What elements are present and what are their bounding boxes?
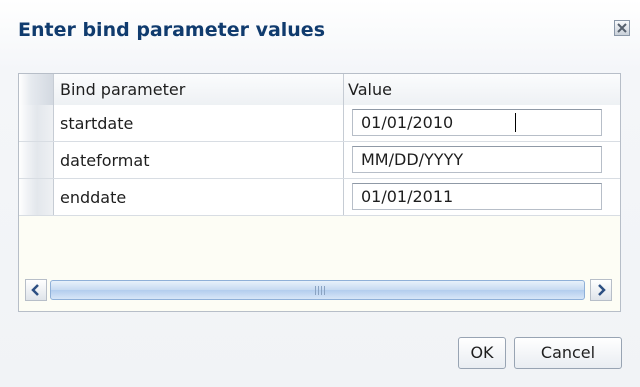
row-header-corner — [19, 74, 54, 105]
row-selector[interactable] — [19, 179, 54, 215]
parameter-name: enddate — [55, 179, 344, 215]
scroll-right-button[interactable] — [590, 279, 612, 301]
horizontal-scrollbar[interactable] — [20, 277, 619, 303]
table-row[interactable]: dateformat — [19, 142, 620, 179]
table-row[interactable]: startdate — [19, 105, 620, 142]
text-caret — [515, 113, 516, 132]
scroll-left-button[interactable] — [25, 279, 47, 301]
enddate-value-input[interactable] — [352, 183, 602, 210]
grip-icon — [315, 286, 325, 295]
value-cell — [345, 179, 620, 215]
value-cell — [345, 142, 620, 178]
table-row[interactable]: enddate — [19, 179, 620, 216]
bind-parameters-dialog: Enter bind parameter values Bind paramet… — [0, 0, 640, 387]
bind-parameter-table: Bind parameter Value startdate dateforma… — [18, 73, 621, 312]
row-selector[interactable] — [19, 105, 54, 141]
startdate-value-input[interactable] — [352, 109, 602, 136]
dateformat-value-input[interactable] — [352, 146, 602, 173]
parameter-name: dateformat — [55, 142, 344, 178]
column-header-bind-parameter[interactable]: Bind parameter — [55, 74, 344, 105]
dialog-title: Enter bind parameter values — [18, 19, 326, 41]
table-header-row: Bind parameter Value — [19, 74, 620, 106]
close-icon[interactable] — [614, 20, 630, 36]
ok-button[interactable]: OK — [458, 337, 506, 369]
arrow-right-icon — [598, 284, 606, 296]
parameter-name: startdate — [55, 105, 344, 141]
cancel-button[interactable]: Cancel — [514, 337, 622, 369]
arrow-left-icon — [31, 284, 39, 296]
scrollbar-thumb[interactable] — [50, 280, 585, 300]
column-header-value[interactable]: Value — [345, 74, 620, 105]
row-selector[interactable] — [19, 142, 54, 178]
value-cell — [345, 105, 620, 141]
